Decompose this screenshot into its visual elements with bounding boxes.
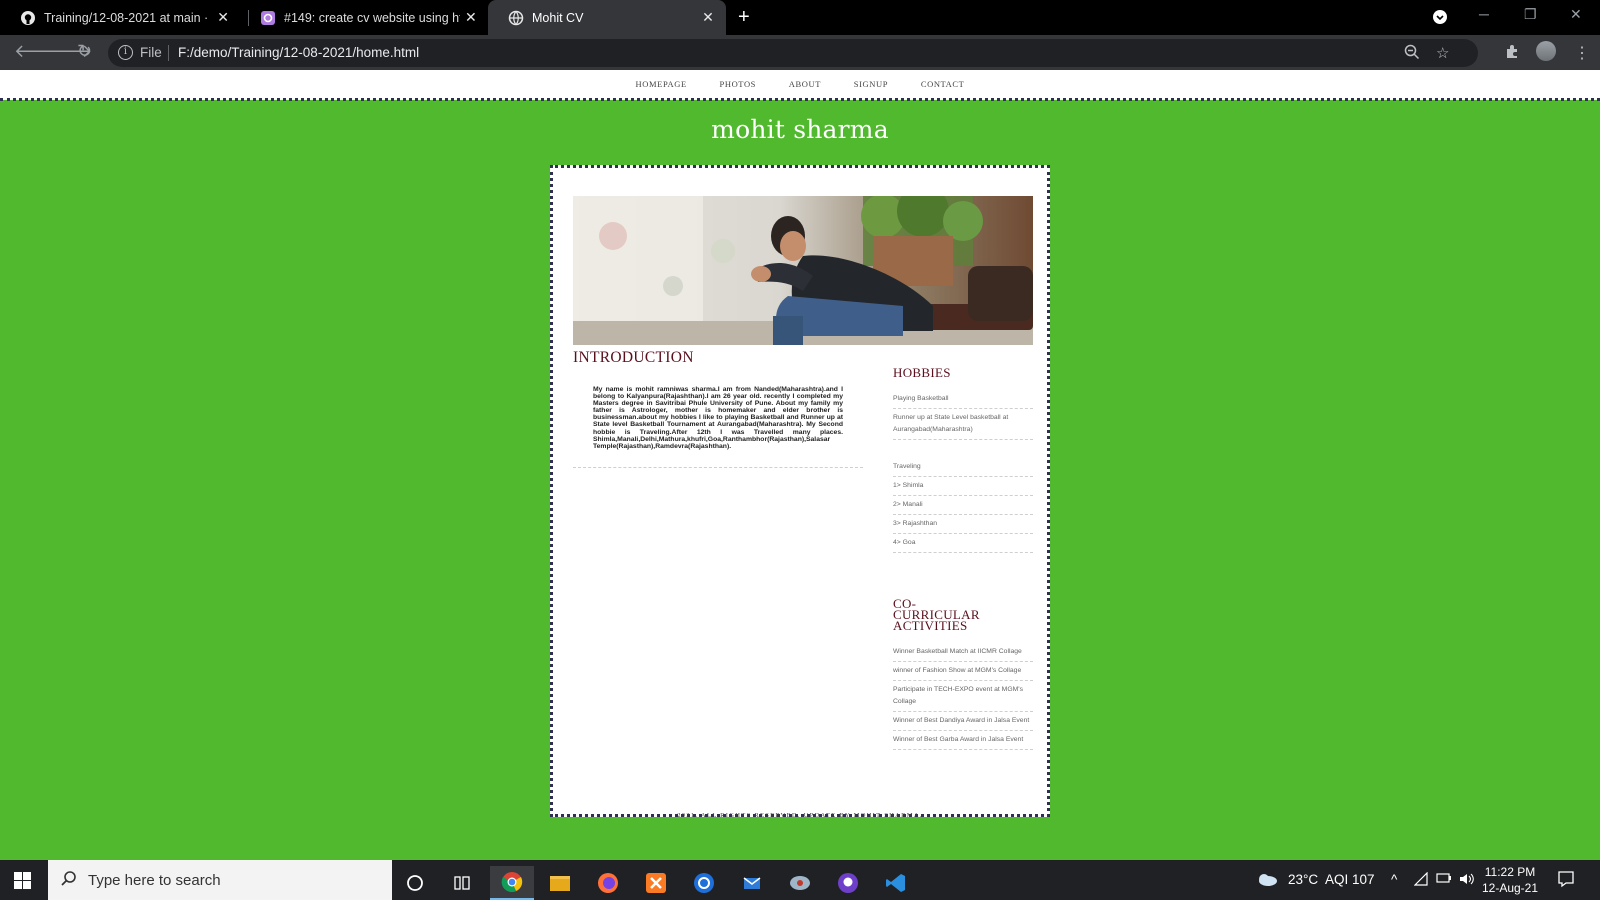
extensions-icon[interactable] [1504,43,1520,64]
close-icon[interactable]: ✕ [460,9,482,26]
nav-dotted-border [0,98,1600,101]
app-icon [260,10,276,26]
list-item: Winner Basketball Match at IICMR Collage [893,643,1033,662]
nav-about[interactable]: ABOUT [789,79,821,89]
globe-icon [508,10,524,26]
profile-avatar[interactable] [1536,41,1556,61]
windows-start-icon[interactable] [14,872,31,889]
close-window-button[interactable]: ✕ [1570,6,1582,23]
app-icon[interactable] [778,866,822,900]
hobbies-heading: HOBBIES [893,365,951,380]
task-view-icon[interactable] [440,866,484,900]
hero-photo [573,196,1033,345]
github-icon [20,10,36,26]
site-nav-bar: HOMEPAGE PHOTOS ABOUT SIGNUP CONTACT [0,70,1600,100]
browser-toolbar: 🡐 🡒 ↻ i File F:/demo/Training/12-08-2021… [0,35,1600,70]
close-icon[interactable]: ✕ [212,9,234,26]
page-viewport: HOMEPAGE PHOTOS ABOUT SIGNUP CONTACT moh… [0,70,1600,860]
tab-label: #149: create cv website using htm [284,10,460,25]
system-clock[interactable]: 11:22 PM 12-Aug-21 [1480,864,1540,896]
search-icon [60,870,78,893]
cortana-icon[interactable] [393,866,437,900]
xampp-icon[interactable] [634,866,678,900]
cocurricular-section: CO-CURRICULAR ACTIVITIES Winner Basketba… [893,596,1033,750]
tab-github[interactable]: Training/12-08-2021 at main · mo ✕ [0,0,240,35]
reload-button[interactable]: ↻ [77,41,92,62]
file-explorer-icon[interactable] [538,866,582,900]
list-item: Participate in TECH-EXPO event at MGM's … [893,681,1033,712]
tab-strip: Training/12-08-2021 at main · mo ✕ #149:… [0,0,1600,35]
close-icon[interactable]: ✕ [696,9,720,26]
hobbies-section: HOBBIES Playing Basketball Runner up at … [893,365,1033,440]
divider [168,45,169,61]
list-item: Playing Basketball [893,390,1033,409]
github-desktop-icon[interactable] [826,866,870,900]
list-item: Winner of Best Dandiya Award in Jalsa Ev… [893,712,1033,731]
app-icon[interactable] [682,866,726,900]
vscode-icon[interactable] [874,866,918,900]
nav-photos[interactable]: PHOTOS [720,79,757,89]
windows-taskbar: Type here to search 23°C AQI 107 ^ 11:22… [0,860,1600,900]
search-placeholder: Type here to search [88,872,221,889]
nav-homepage[interactable]: HOMEPAGE [636,79,687,89]
weather-temp[interactable]: 23°C [1288,872,1318,887]
site-footer: 2021. ALL RIGHTS RESERVED. UPDATE BY MOH… [677,812,923,819]
travel-section: Traveling 1> Shimla 2> Manali 3> Rajasht… [893,458,1033,553]
tab-issue[interactable]: #149: create cv website using htm ✕ [240,0,488,35]
zoom-icon[interactable] [1404,44,1420,64]
menu-icon[interactable]: ⋮ [1574,43,1590,63]
aqi-value[interactable]: AQI 107 [1325,872,1375,887]
tab-label: Mohit CV [532,10,584,25]
nav-signup[interactable]: SIGNUP [854,79,888,89]
list-item: 2> Manali [893,496,1033,515]
clock-date: 12-Aug-21 [1481,881,1539,895]
mail-icon[interactable] [730,866,774,900]
list-item: 1> Shimla [893,477,1033,496]
tab-label: Training/12-08-2021 at main · mo [44,10,213,25]
intro-heading: INTRODUCTION [573,349,694,366]
notification-icon[interactable] [1557,870,1575,891]
list-item: Runner up at State Level basketball at A… [893,409,1033,440]
scheme-label: File [140,45,162,60]
content-card: INTRODUCTION My name is mohit ramniwas s… [550,165,1050,817]
chevron-up-icon[interactable]: ^ [1391,872,1397,887]
url-text[interactable]: F:/demo/Training/12-08-2021/home.html [178,45,419,60]
intro-paragraph: My name is mohit ramniwas sharma.I am fr… [593,386,843,450]
volume-icon[interactable] [1459,872,1475,889]
list-item: Winner of Best Garba Award in Jalsa Even… [893,731,1033,750]
firefox-icon[interactable] [586,866,630,900]
site-title: mohit sharma [711,115,889,144]
list-item: 4> Goa [893,534,1033,553]
taskbar-search[interactable]: Type here to search [48,860,392,900]
tab-mohit-cv[interactable]: Mohit CV ✕ [488,0,726,35]
list-item: Traveling [893,458,1033,477]
info-icon[interactable]: i [118,45,133,60]
address-bar[interactable]: i File F:/demo/Training/12-08-2021/home.… [108,39,1478,67]
clock-time: 11:22 PM [1484,865,1536,879]
list-item: winner of Fashion Show at MGM's Collage [893,662,1033,681]
weather-icon[interactable] [1256,871,1278,890]
new-tab-button[interactable]: + [738,6,750,29]
battery-icon[interactable] [1436,872,1452,887]
tab-search-icon[interactable] [1432,9,1448,28]
restore-button[interactable]: ❐ [1524,6,1537,23]
divider [573,467,863,468]
minimize-button[interactable]: ─ [1479,6,1489,22]
list-item: 3> Rajashthan [893,515,1033,534]
chrome-icon[interactable] [490,866,534,900]
network-icon[interactable] [1413,871,1428,889]
site-nav: HOMEPAGE PHOTOS ABOUT SIGNUP CONTACT [0,79,1600,89]
cocurricular-heading: CO-CURRICULAR ACTIVITIES [893,596,980,633]
nav-contact[interactable]: CONTACT [921,79,965,89]
bookmark-star-icon[interactable]: ☆ [1436,44,1449,62]
